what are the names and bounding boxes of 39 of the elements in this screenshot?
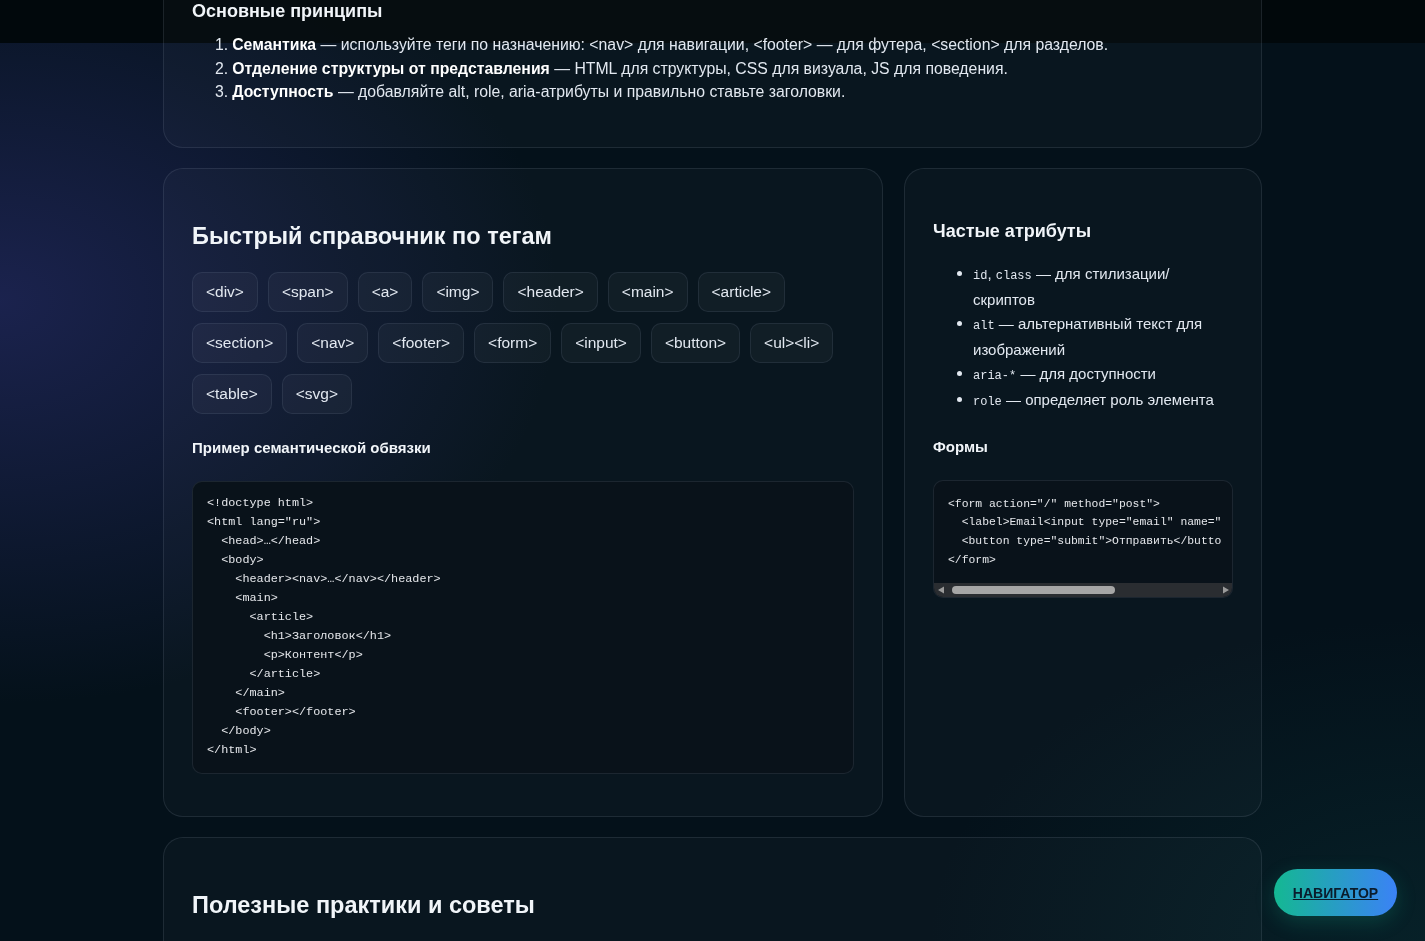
tag-chip: <input> <box>561 322 641 363</box>
attribute-text: role — определяет роль элемента <box>973 390 1214 411</box>
section-heading: Полезные практики и советы <box>192 890 536 919</box>
section-heading: Основные принципы <box>192 1 384 21</box>
tag-chip: <main> <box>607 271 688 312</box>
tag-chip: <footer> <box>378 322 465 363</box>
tag-chip: <table> <box>192 373 272 414</box>
principle-text: Семантика — используйте теги по назначению: <nav> для навигации, <footer> — для футера, <section> для разделов. <box>232 35 1109 55</box>
tag-chip: <img> <box>422 271 494 312</box>
tag-chip: <div> <box>192 271 258 312</box>
bullet-icon <box>957 397 962 402</box>
list-number: 3. <box>215 82 229 102</box>
list-number: 1. <box>215 35 229 55</box>
tag-chip: <header> <box>503 271 598 312</box>
section-heading: Быстрый справочник по тегам <box>192 221 553 250</box>
horizontal-scrollbar[interactable] <box>934 583 1232 598</box>
tag-chip: <nav> <box>297 322 369 363</box>
code-text: <!doctype html> <html lang="ru"> <head>…</head> <body> <header><nav>…</nav></header> <main> <article> <h1>Заголовок</h1> <p>Контент</p> </article> </main> <footer></footer> </body> </html> <box>207 494 442 759</box>
list-number: 2. <box>215 58 229 79</box>
bullet-icon <box>957 370 962 376</box>
bullet-icon <box>957 320 962 326</box>
tag-chip: <svg> <box>281 373 352 414</box>
tag-chip: <span> <box>267 271 348 312</box>
tag-chip: <ul><li> <box>750 322 834 363</box>
tag-chip: <form> <box>474 322 552 363</box>
tag-chip: <button> <box>650 322 741 363</box>
principle-text: Отделение структуры от представления — HTML для структуры, CSS для визуала, JS для поведения. <box>232 58 1008 79</box>
bullet-icon <box>957 270 962 276</box>
subheading: Пример семантической обвязки <box>192 437 432 458</box>
attribute-text: aria-* — для доступности <box>973 363 1156 385</box>
principle-text: Доступность — добавляйте alt, role, aria-атрибуты и правильно ставьте заголовки. <box>232 82 846 102</box>
code-text: <form action="/" method="post"> <label>Email<input type="email" name=" <button type="submit">Отправить</butto </form> <box>947 496 1223 568</box>
navigator-button[interactable]: НАВИГАТОР <box>1274 869 1397 916</box>
attribute-text: alt — альтернативный текст для изображений <box>973 313 1204 360</box>
section-heading: Частые атрибуты <box>933 219 1093 242</box>
tag-chip: <a> <box>357 271 413 312</box>
subheading: Формы <box>933 436 989 457</box>
tag-chip: <section> <box>192 322 288 363</box>
tag-chip: <article> <box>697 271 785 312</box>
